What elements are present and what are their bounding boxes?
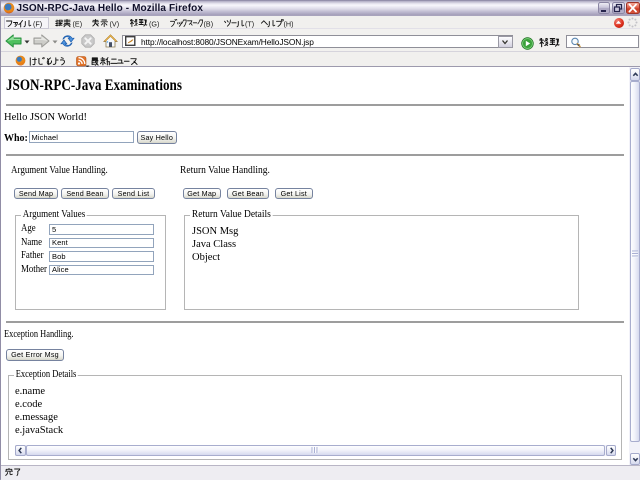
svg-text:(E): (E) <box>73 19 83 28</box>
svg-text:(B): (B) <box>204 19 214 28</box>
svg-text:(V): (V) <box>110 19 120 28</box>
svg-text:(G): (G) <box>149 19 159 28</box>
svg-text:(T): (T) <box>245 19 254 28</box>
svg-text:(H): (H) <box>284 19 294 28</box>
svg-text:(F): (F) <box>33 19 42 28</box>
